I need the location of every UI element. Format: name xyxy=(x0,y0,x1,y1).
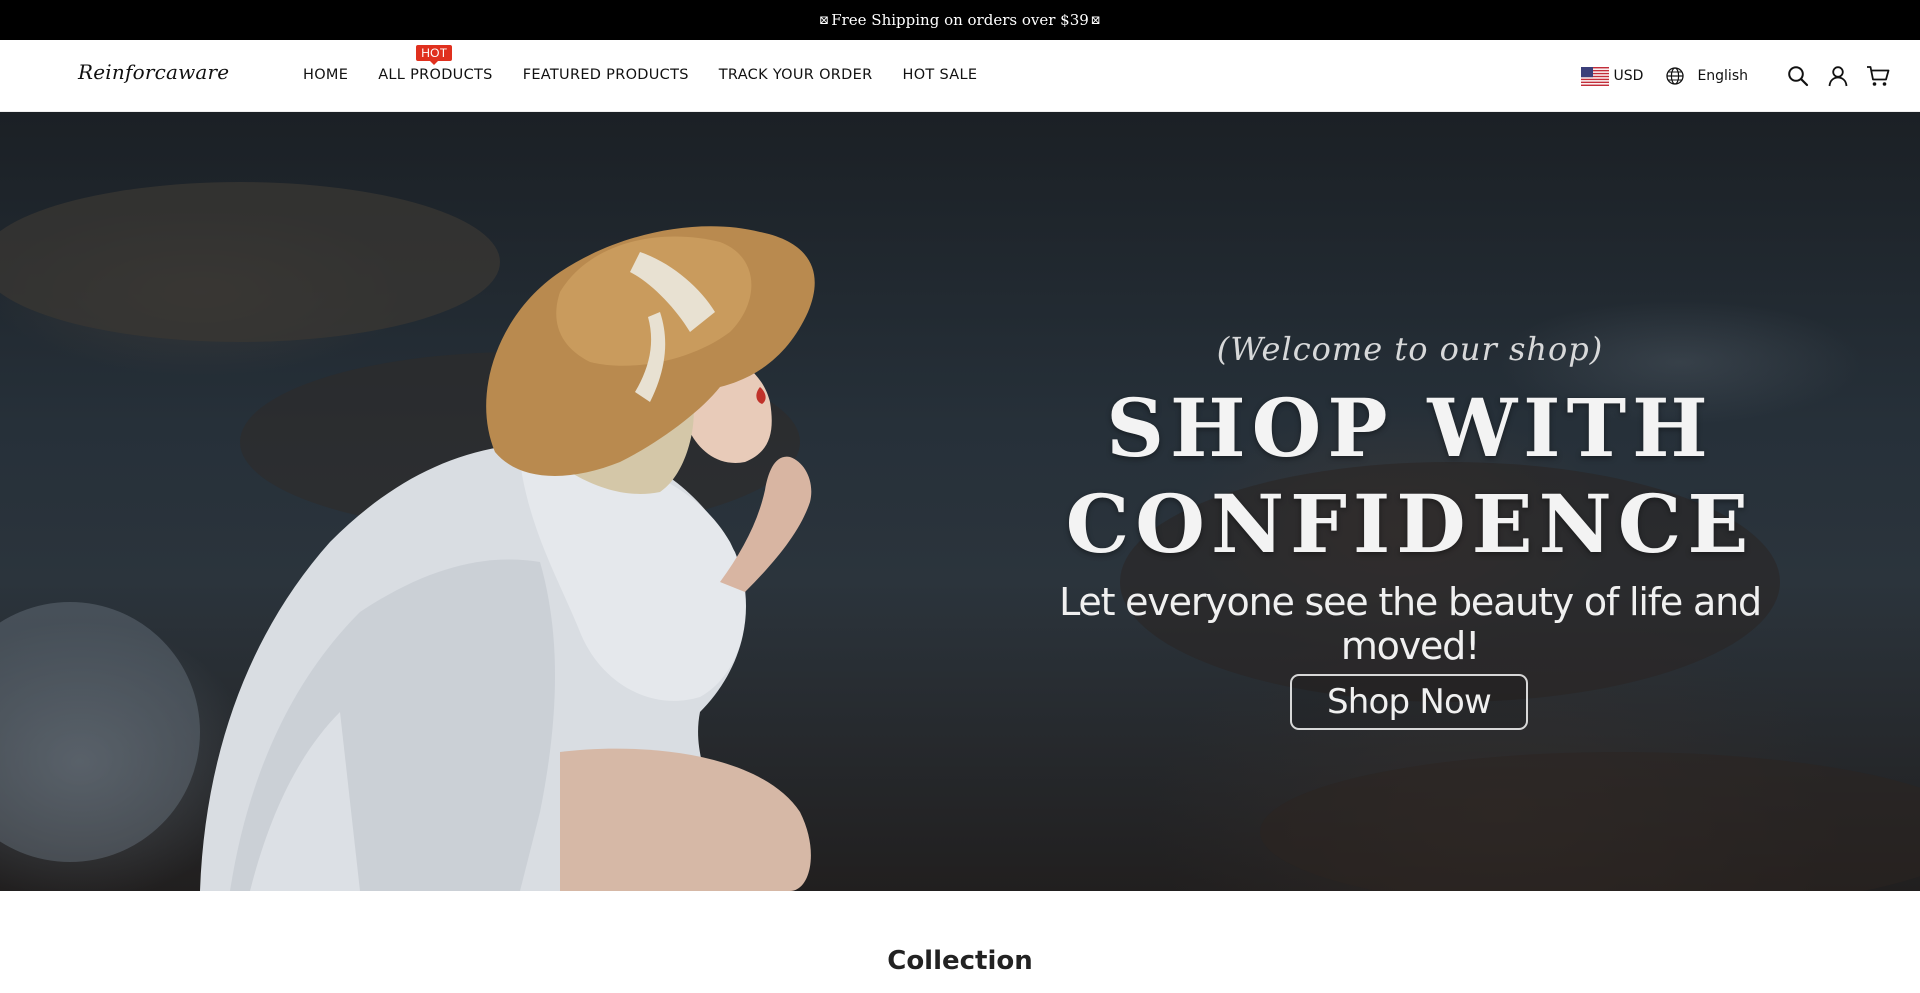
collection-section-title: Collection xyxy=(887,946,1033,976)
globe-icon xyxy=(1666,67,1685,85)
hero-headline-line-2: CONFIDENCE xyxy=(1065,477,1755,571)
hero-headline-line-1: SHOP WITH xyxy=(1106,381,1714,475)
account-icon xyxy=(1828,66,1848,87)
nav-item-track-your-order[interactable]: TRACK YOUR ORDER xyxy=(719,67,873,83)
announcement-text: Free Shipping on orders over $39 xyxy=(831,11,1089,29)
site-logo[interactable]: Reinforcaware xyxy=(78,60,229,84)
hero-subline: Let everyone see the beauty of life and … xyxy=(1059,580,1762,668)
nav-item-hot-sale[interactable]: HOT SALE xyxy=(902,67,977,83)
language-label: English xyxy=(1697,68,1748,84)
us-flag-icon xyxy=(1580,66,1609,86)
site-header: Reinforcaware HOME HOT ALL PRODUCTS FEAT… xyxy=(0,40,1920,112)
announcement-bar: ⊠ Free Shipping on orders over $39 ⊠ xyxy=(0,0,1920,40)
search-button[interactable] xyxy=(1786,64,1810,88)
header-actions: USD English xyxy=(1580,40,1890,112)
hero-banner: (Welcome to our shop) SHOP WITH CONFIDEN… xyxy=(0,112,1920,891)
language-selector[interactable]: English xyxy=(1665,66,1748,86)
nav-item-all-products[interactable]: HOT ALL PRODUCTS xyxy=(378,45,493,83)
nav-item-label: ALL PRODUCTS xyxy=(378,67,493,83)
box-glyph-icon: ⊠ xyxy=(819,13,830,27)
hot-badge: HOT xyxy=(416,45,453,65)
search-icon xyxy=(1788,66,1809,87)
hero-headline: SHOP WITH CONFIDENCE xyxy=(1000,380,1820,572)
hero-welcome-text: (Welcome to our shop) xyxy=(1216,330,1604,368)
cart-button[interactable] xyxy=(1866,64,1890,88)
account-button[interactable] xyxy=(1826,64,1850,88)
box-glyph-icon: ⊠ xyxy=(1090,13,1101,27)
nav-item-home[interactable]: HOME xyxy=(303,67,348,83)
nav-item-featured-products[interactable]: FEATURED PRODUCTS xyxy=(523,67,689,83)
currency-selector[interactable]: USD xyxy=(1580,66,1644,86)
cart-icon xyxy=(1867,66,1890,86)
shop-now-button[interactable]: Shop Now xyxy=(1290,674,1528,730)
currency-label: USD xyxy=(1613,68,1644,84)
main-nav: HOME HOT ALL PRODUCTS FEATURED PRODUCTS … xyxy=(303,45,1007,83)
